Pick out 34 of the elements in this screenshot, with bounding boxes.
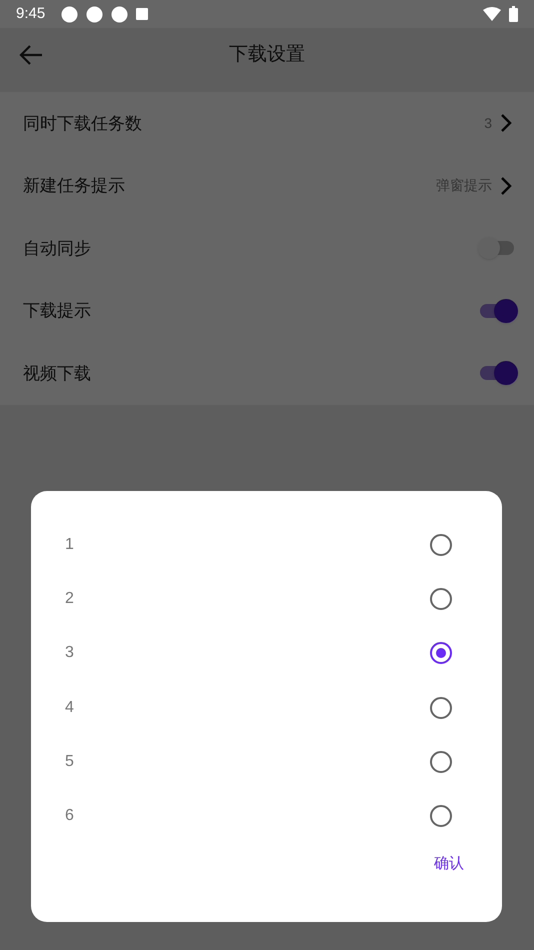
status-time: 9:45 bbox=[16, 4, 46, 24]
wifi-icon bbox=[483, 7, 501, 21]
radio-button[interactable] bbox=[430, 805, 452, 828]
notification-icon bbox=[61, 6, 78, 22]
toggle-switch[interactable] bbox=[478, 298, 518, 323]
setting-label: 视频下载 bbox=[23, 362, 92, 384]
option-label: 5 bbox=[65, 752, 75, 772]
setting-label: 下载提示 bbox=[23, 300, 92, 322]
toggle-switch[interactable] bbox=[478, 361, 518, 386]
setting-label: 自动同步 bbox=[23, 238, 92, 260]
confirm-button[interactable]: 确认 bbox=[434, 853, 464, 876]
option-label: 6 bbox=[65, 806, 75, 826]
back-arrow-icon[interactable] bbox=[19, 45, 43, 65]
page-title: 下载设置 bbox=[229, 42, 305, 67]
settings-row[interactable]: 自动同步 bbox=[0, 217, 534, 280]
radio-button[interactable] bbox=[430, 642, 452, 664]
notification-icon bbox=[86, 6, 104, 22]
chevron-right-icon bbox=[500, 176, 512, 196]
radio-button[interactable] bbox=[430, 750, 452, 773]
option-label: 2 bbox=[65, 589, 75, 610]
radio-button[interactable] bbox=[430, 588, 452, 610]
settings-row[interactable]: 下载提示 bbox=[0, 280, 534, 342]
setting-label: 同时下载任务数 bbox=[23, 112, 143, 134]
notification-icon bbox=[136, 8, 148, 20]
battery-icon bbox=[509, 6, 518, 22]
chevron-right-icon bbox=[500, 113, 512, 134]
setting-label: 新建任务提示 bbox=[23, 175, 126, 197]
settings-row[interactable]: 视频下载 bbox=[0, 342, 534, 404]
option-label: 1 bbox=[65, 535, 75, 556]
radio-button[interactable] bbox=[430, 696, 452, 719]
option-label: 4 bbox=[65, 698, 75, 718]
radio-button[interactable] bbox=[430, 534, 452, 556]
notification-icon bbox=[111, 6, 128, 22]
option-label: 3 bbox=[65, 643, 75, 664]
